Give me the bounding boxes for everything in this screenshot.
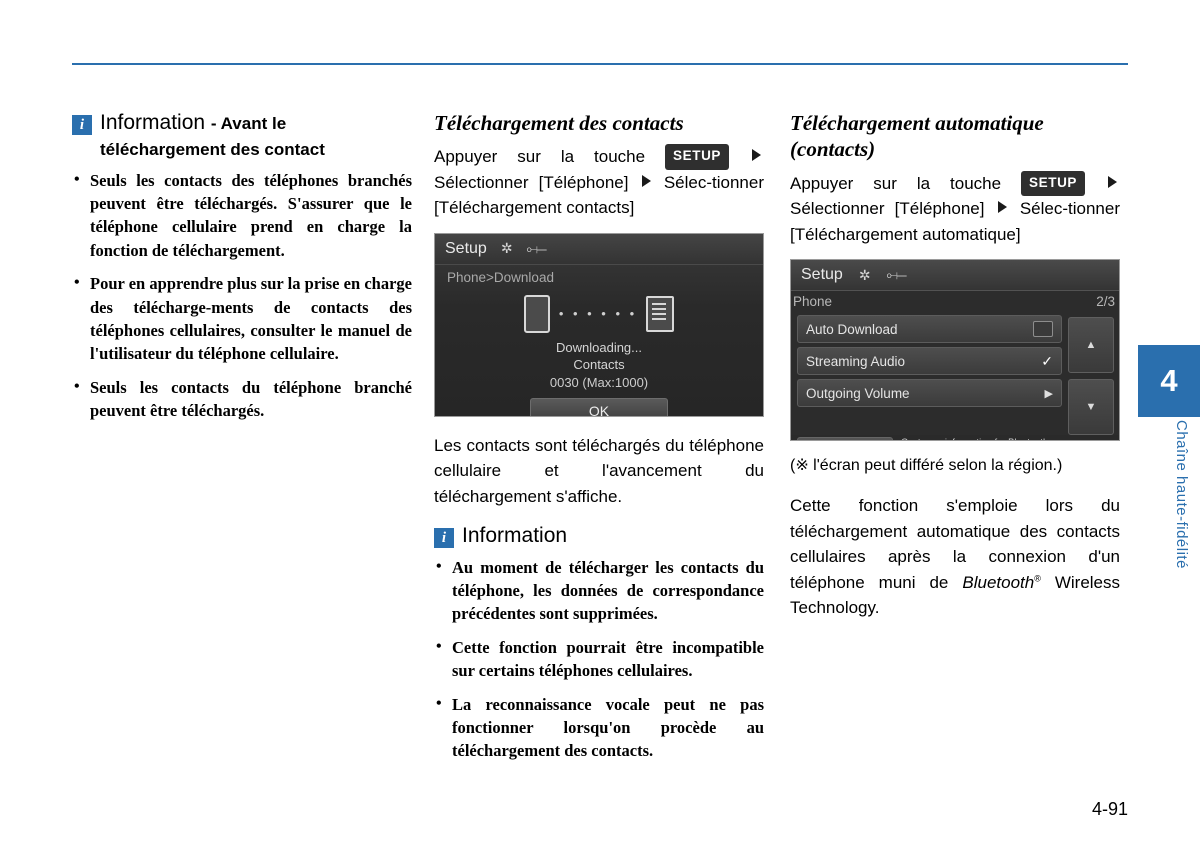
list-item: Au moment de télécharger les contacts du… bbox=[434, 556, 764, 626]
scroll-up-button[interactable]: ▲ bbox=[1068, 317, 1114, 373]
list-item: Cette fonction pourrait être incompatibl… bbox=[434, 636, 764, 683]
bluetooth-icon: ✲ bbox=[500, 240, 513, 257]
chevron-right-icon: ▶ bbox=[1044, 387, 1053, 400]
manual-page: 4 Chaîne haute-fidélité i Information - … bbox=[0, 0, 1200, 846]
information-bullet-list-2: Au moment de télécharger les contacts du… bbox=[434, 556, 764, 763]
screen-footer: ↰ Customer information for Bluetooth: ww… bbox=[791, 435, 1119, 440]
setup-key-chip: SETUP bbox=[665, 144, 730, 170]
setting-row-streaming-audio[interactable]: Streaming Audio ✓ bbox=[797, 347, 1062, 375]
setting-label: Outgoing Volume bbox=[806, 385, 910, 401]
download-status-line2: Contacts bbox=[573, 357, 625, 373]
screen-title: Setup bbox=[801, 266, 843, 283]
checkmark-icon: ✓ bbox=[1041, 352, 1053, 369]
screen-titlebar: Setup ✲ ⟜⟝ bbox=[435, 233, 763, 265]
ok-button[interactable]: OK bbox=[530, 398, 668, 416]
screen-page-indicator: 2/3 bbox=[1096, 294, 1115, 309]
list-item: Pour en apprendre plus sur la prise en c… bbox=[72, 272, 412, 366]
registered-mark: ® bbox=[1034, 572, 1041, 583]
footer-note: Customer information for Bluetooth: www.… bbox=[901, 437, 1051, 440]
bluetooth-icon: ✲ bbox=[858, 266, 871, 283]
download-status: Downloading... Contacts 0030 (Max:1000) bbox=[435, 339, 763, 392]
scroll-down-button[interactable]: ▼ bbox=[1068, 379, 1114, 435]
column-middle: Téléchargement des contacts Appuyer sur … bbox=[434, 110, 764, 773]
paragraph-download-progress: Les contacts sont téléchargés du télépho… bbox=[434, 435, 764, 506]
region-note: (※ l'écran peut différé selon la région.… bbox=[790, 457, 1063, 474]
arrow-right-icon bbox=[997, 201, 1007, 213]
information-title: Information - Avant le téléchargement de… bbox=[100, 110, 412, 163]
information-title-main: Information bbox=[100, 111, 206, 134]
download-status-line1: Downloading... bbox=[556, 339, 642, 355]
header-rule bbox=[72, 63, 1128, 65]
arrow-right-icon bbox=[1107, 175, 1117, 188]
arrow-right-icon bbox=[641, 174, 651, 187]
list-item: Seuls les contacts du téléphone branché … bbox=[72, 376, 412, 423]
screen-section-row: Phone 2/3 bbox=[791, 291, 1119, 313]
figure-phone-settings-screen: Setup ✲ ⟜⟝ Phone 2/3 Auto Download Strea… bbox=[790, 259, 1120, 441]
info-icon: i bbox=[434, 528, 454, 549]
back-button[interactable]: ↰ bbox=[797, 437, 893, 440]
figure-download-screen: Setup ✲ ⟜⟝ Phone>Download • • • • • • Do… bbox=[434, 232, 764, 417]
transfer-dots-icon: • • • • • • bbox=[558, 306, 638, 322]
scrollbar[interactable]: ▲ ▼ bbox=[1066, 313, 1119, 435]
section-heading-auto-download: Téléchargement automatique (contacts) bbox=[790, 111, 1044, 162]
info-icon: i bbox=[72, 115, 92, 135]
column-right: Téléchargement automatique (contacts) Ap… bbox=[790, 110, 1120, 633]
instruction-path-contacts: Appuyer sur la touche SETUP Sélectionner… bbox=[434, 144, 764, 221]
download-graphic: • • • • • • bbox=[435, 294, 763, 333]
instruction-path-auto: Appuyer sur la touche SETUP Sélectionner… bbox=[790, 170, 1120, 248]
information-heading-2: i Information bbox=[434, 523, 764, 549]
screen-titlebar: Setup ✲ ⟜⟝ bbox=[791, 260, 1119, 291]
information-title: Information bbox=[462, 524, 568, 548]
screen-section-label: Phone bbox=[793, 294, 833, 309]
setup-key-chip: SETUP bbox=[1021, 170, 1086, 196]
usb-icon: ⟜⟝ bbox=[526, 240, 548, 256]
chapter-number: 4 bbox=[1160, 363, 1178, 398]
setting-row-outgoing-volume[interactable]: Outgoing Volume ▶ bbox=[797, 379, 1062, 407]
section-heading-contacts-download: Téléchargement des contacts bbox=[434, 111, 684, 135]
paragraph-auto-download: Cette fonction s'emploie lors du télécha… bbox=[790, 493, 1120, 621]
information-heading-1: i Information - Avant le téléchargement … bbox=[72, 110, 412, 163]
chapter-title-vertical: Chaîne haute-fidélité bbox=[1173, 420, 1190, 569]
settings-list: Auto Download Streaming Audio ✓ Outgoing… bbox=[791, 313, 1066, 435]
screen-title: Setup bbox=[445, 239, 487, 257]
instruction-text-2: Sélectionner [Téléphone] bbox=[434, 172, 629, 192]
setting-row-auto-download[interactable]: Auto Download bbox=[797, 315, 1062, 343]
footer-note-line1: Customer information for Bluetooth: bbox=[901, 437, 1051, 440]
setting-label: Streaming Audio bbox=[806, 353, 906, 369]
download-counter: 0030 (Max:1000) bbox=[549, 374, 649, 390]
information-bullet-list-1: Seuls les contacts des téléphones branch… bbox=[72, 169, 412, 423]
phone-icon bbox=[523, 294, 550, 333]
screen-breadcrumb: Phone>Download bbox=[447, 269, 554, 285]
arrow-right-icon bbox=[751, 149, 761, 162]
page-number: 4-91 bbox=[1091, 799, 1128, 819]
usb-icon: ⟜⟝ bbox=[886, 267, 908, 282]
list-item: Seuls les contacts des téléphones branch… bbox=[72, 169, 412, 263]
contacts-file-icon bbox=[646, 295, 675, 332]
chapter-number-tab: 4 bbox=[1138, 345, 1200, 417]
instruction-text-2: Sélectionner [Téléphone] bbox=[790, 199, 985, 218]
instruction-text-1: Appuyer sur la touche bbox=[790, 173, 1002, 193]
column-left: i Information - Avant le téléchargement … bbox=[72, 110, 412, 433]
checkbox-icon[interactable] bbox=[1033, 321, 1053, 337]
instruction-text-1: Appuyer sur la touche bbox=[434, 147, 646, 167]
bluetooth-word: Bluetooth bbox=[962, 572, 1035, 592]
setting-label: Auto Download bbox=[806, 321, 898, 337]
settings-list-body: Auto Download Streaming Audio ✓ Outgoing… bbox=[791, 313, 1119, 435]
list-item: La reconnaissance vocale peut ne pas fon… bbox=[434, 693, 764, 763]
